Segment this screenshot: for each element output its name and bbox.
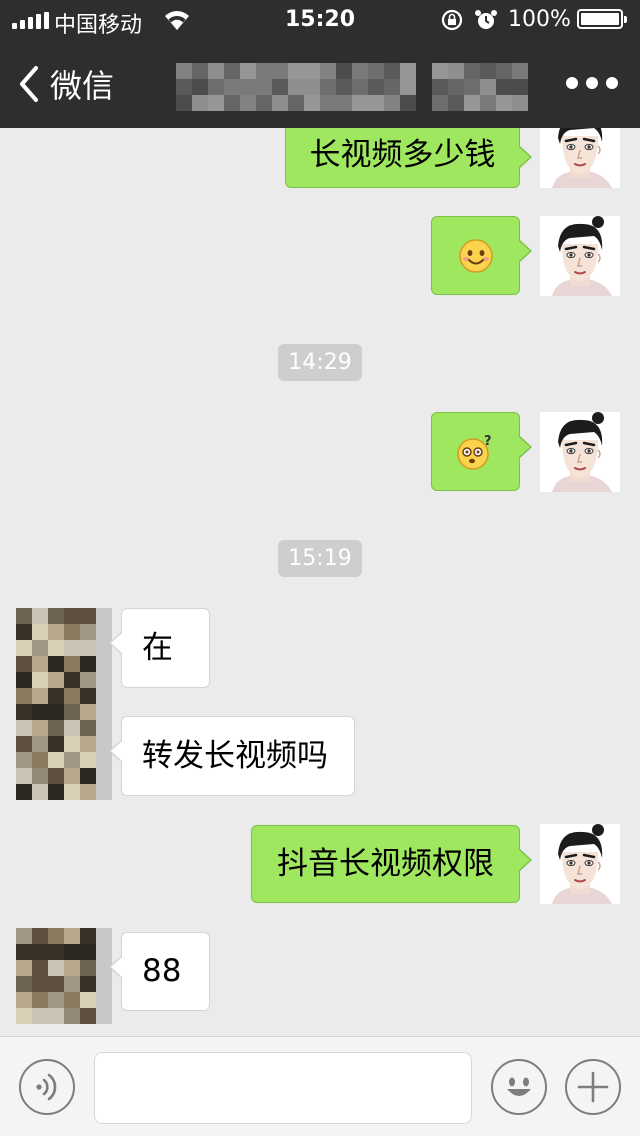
voice-icon [36, 1073, 57, 1101]
timestamp-label: 14:29 [278, 344, 362, 381]
chat-message-list[interactable]: 长视频多少钱 14:29 ? 15:19 在 转发长视频吗 抖音长视频权限 88 [0, 128, 640, 1036]
battery-percent: 100% [508, 7, 571, 32]
avatar-other[interactable] [16, 928, 112, 1024]
battery-icon [577, 9, 627, 29]
nav-bar: 微信 [0, 40, 640, 128]
message-text: 抖音长视频权限 [277, 845, 494, 882]
message-bubble-other[interactable]: 88 [109, 932, 210, 1011]
message-text: 转发长视频吗 [142, 737, 328, 774]
plus-icon [577, 1071, 609, 1103]
dizzy-question-emoji: ? [456, 434, 492, 470]
timestamp: 14:29 [0, 344, 640, 381]
back-label: 微信 [50, 67, 115, 105]
message-bubble-me[interactable]: ? [431, 412, 532, 491]
svg-text:?: ? [484, 434, 492, 449]
smile-emoji [458, 238, 493, 273]
message-bubble-other[interactable]: 转发长视频吗 [109, 716, 355, 796]
avatar-me[interactable] [540, 216, 620, 296]
plus-button[interactable] [565, 1059, 621, 1115]
message-text: 在 [142, 629, 173, 666]
timestamp: 15:19 [0, 540, 640, 577]
message-input[interactable] [94, 1052, 472, 1124]
voice-button[interactable] [19, 1059, 75, 1115]
avatar-other[interactable] [16, 608, 112, 704]
avatar-me[interactable] [540, 824, 620, 904]
message-text: 88 [142, 953, 182, 989]
emoji-face-icon [507, 1077, 531, 1096]
more-options-button[interactable] [566, 68, 618, 98]
message-text: 长视频多少钱 [309, 136, 496, 173]
avatar-me[interactable] [540, 128, 620, 188]
chat-title-obscured [176, 63, 528, 111]
message-bubble-me[interactable]: 长视频多少钱 [285, 128, 532, 188]
timestamp-label: 15:19 [278, 540, 362, 577]
alarm-icon [475, 10, 497, 29]
rotation-lock-icon [441, 9, 463, 31]
avatar-me[interactable] [540, 412, 620, 492]
avatar-other[interactable] [16, 704, 112, 800]
status-bar: 中国移动 15:20 100% [0, 0, 640, 40]
message-bubble-other[interactable]: 在 [109, 608, 210, 688]
message-bubble-me[interactable] [431, 216, 532, 295]
more-dots-icon [566, 77, 578, 89]
input-bar [0, 1036, 640, 1136]
emoji-button[interactable] [491, 1059, 547, 1115]
chevron-left-icon [20, 66, 38, 102]
message-bubble-me[interactable]: 抖音长视频权限 [251, 825, 532, 903]
back-button[interactable]: 微信 [16, 60, 114, 108]
